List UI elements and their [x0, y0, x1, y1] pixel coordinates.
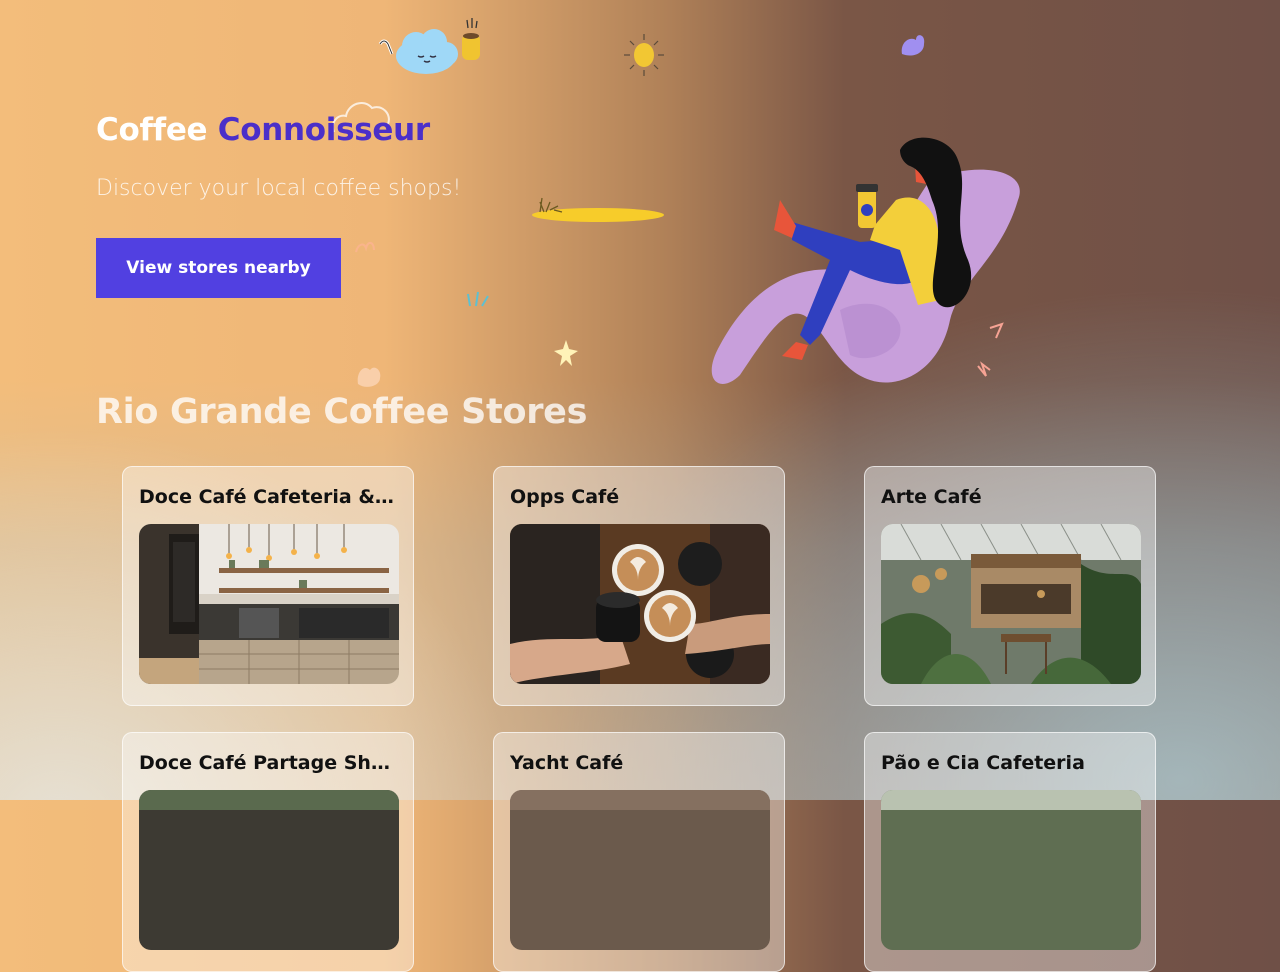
store-card[interactable]: Doce Café Cafeteria & Do... [122, 466, 414, 706]
store-card-title[interactable]: Doce Café Partage Shopp... [139, 750, 397, 776]
store-card[interactable]: Doce Café Partage Shopp... [122, 732, 414, 972]
leaf-doodle-icon [901, 35, 925, 56]
store-card-image[interactable] [139, 524, 399, 684]
store-card[interactable]: Yacht Café [493, 732, 785, 972]
garden-cafe-photo [881, 524, 1141, 684]
sun-icon [624, 34, 664, 76]
store-card-title[interactable]: Doce Café Cafeteria & Do... [139, 484, 397, 510]
store-card[interactable]: Arte Café [864, 466, 1156, 706]
cafe-photo [510, 790, 770, 950]
store-card-title[interactable]: Yacht Café [510, 750, 768, 776]
hero-title-primary: Coffee [96, 112, 208, 148]
store-card-image[interactable] [139, 790, 399, 950]
store-card-title[interactable]: Opps Café [510, 484, 768, 510]
store-card-image[interactable] [881, 524, 1141, 684]
blob-doodle-icon [357, 367, 381, 387]
hero-subtitle: Discover your local coffee shops! [96, 176, 462, 201]
cloud-mascot-illustration [378, 18, 480, 74]
store-card[interactable]: Pão e Cia Cafeteria [864, 732, 1156, 972]
store-card-image[interactable] [510, 790, 770, 950]
hero-title: Coffee Connoisseur [96, 112, 430, 148]
cafe-photo [139, 790, 399, 950]
store-card-image[interactable] [881, 790, 1141, 950]
cafe-counter-photo [139, 524, 399, 684]
grass-doodle-icon [467, 291, 489, 307]
orange-scribble-doodle [355, 242, 375, 253]
hero-title-accent: Connoisseur [217, 112, 430, 148]
store-card-title[interactable]: Pão e Cia Cafeteria [881, 750, 1139, 776]
stores-section-title: Rio Grande Coffee Stores [96, 392, 588, 432]
store-card-title[interactable]: Arte Café [881, 484, 1139, 510]
latte-cheers-photo [510, 524, 770, 684]
store-card[interactable]: Opps Café [493, 466, 785, 706]
star-doodle-icon [554, 340, 578, 366]
cafe-photo [881, 790, 1141, 950]
store-card-image[interactable] [510, 524, 770, 684]
woman-with-coffee-illustration [711, 137, 1020, 384]
view-stores-nearby-button[interactable]: View stores nearby [96, 238, 341, 298]
yellow-ellipse-doodle [532, 197, 664, 222]
